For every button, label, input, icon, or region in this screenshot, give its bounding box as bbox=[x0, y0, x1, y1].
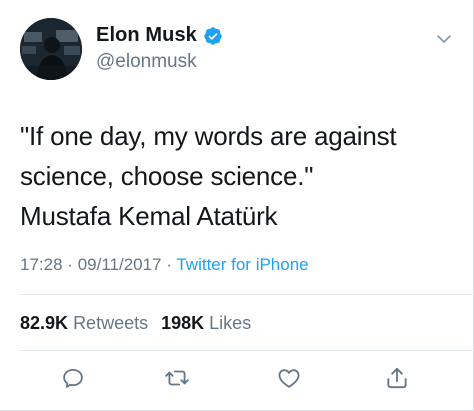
retweets-stat[interactable]: 82.9K Retweets bbox=[20, 313, 148, 333]
divider bbox=[20, 350, 474, 351]
likes-count: 198K bbox=[161, 313, 205, 333]
tweet-card: Elon Musk @elonmusk "If one day, my word… bbox=[0, 0, 474, 411]
tweet-text-line: Mustafa Kemal Atatürk bbox=[20, 201, 278, 231]
heart-icon[interactable] bbox=[276, 365, 302, 391]
tweet-time[interactable]: 17:28 bbox=[20, 255, 63, 274]
meta-separator: · bbox=[166, 255, 172, 274]
engagement-stats: 82.9K Retweets 198K Likes bbox=[20, 313, 251, 334]
tweet-text-line: science, choose science." bbox=[20, 161, 314, 191]
user-handle[interactable]: @elonmusk bbox=[96, 51, 197, 73]
meta-separator: · bbox=[67, 255, 73, 274]
retweet-icon[interactable] bbox=[164, 365, 190, 391]
avatar-photo bbox=[20, 18, 82, 80]
retweets-count: 82.9K bbox=[20, 313, 69, 333]
divider bbox=[20, 294, 474, 295]
likes-label: Likes bbox=[209, 313, 252, 333]
tweet-date[interactable]: 09/11/2017 bbox=[78, 255, 162, 274]
tweet-meta: 17:28 · 09/11/2017 · Twitter for iPhone bbox=[20, 255, 309, 275]
tweet-source-link[interactable]: Twitter for iPhone bbox=[176, 255, 308, 274]
likes-stat[interactable]: 198K Likes bbox=[161, 313, 251, 333]
tweet-text: "If one day, my words are against scienc… bbox=[20, 116, 460, 236]
retweets-label: Retweets bbox=[73, 313, 149, 333]
display-name[interactable]: Elon Musk bbox=[96, 24, 197, 47]
tweet-text-line: "If one day, my words are against bbox=[20, 121, 397, 151]
action-bar bbox=[0, 365, 474, 393]
chevron-down-icon[interactable] bbox=[436, 32, 452, 44]
share-icon[interactable] bbox=[384, 365, 410, 391]
user-name-row[interactable]: Elon Musk bbox=[96, 24, 223, 47]
verified-badge-icon bbox=[203, 26, 223, 46]
avatar[interactable] bbox=[20, 18, 82, 80]
reply-icon[interactable] bbox=[60, 365, 86, 391]
